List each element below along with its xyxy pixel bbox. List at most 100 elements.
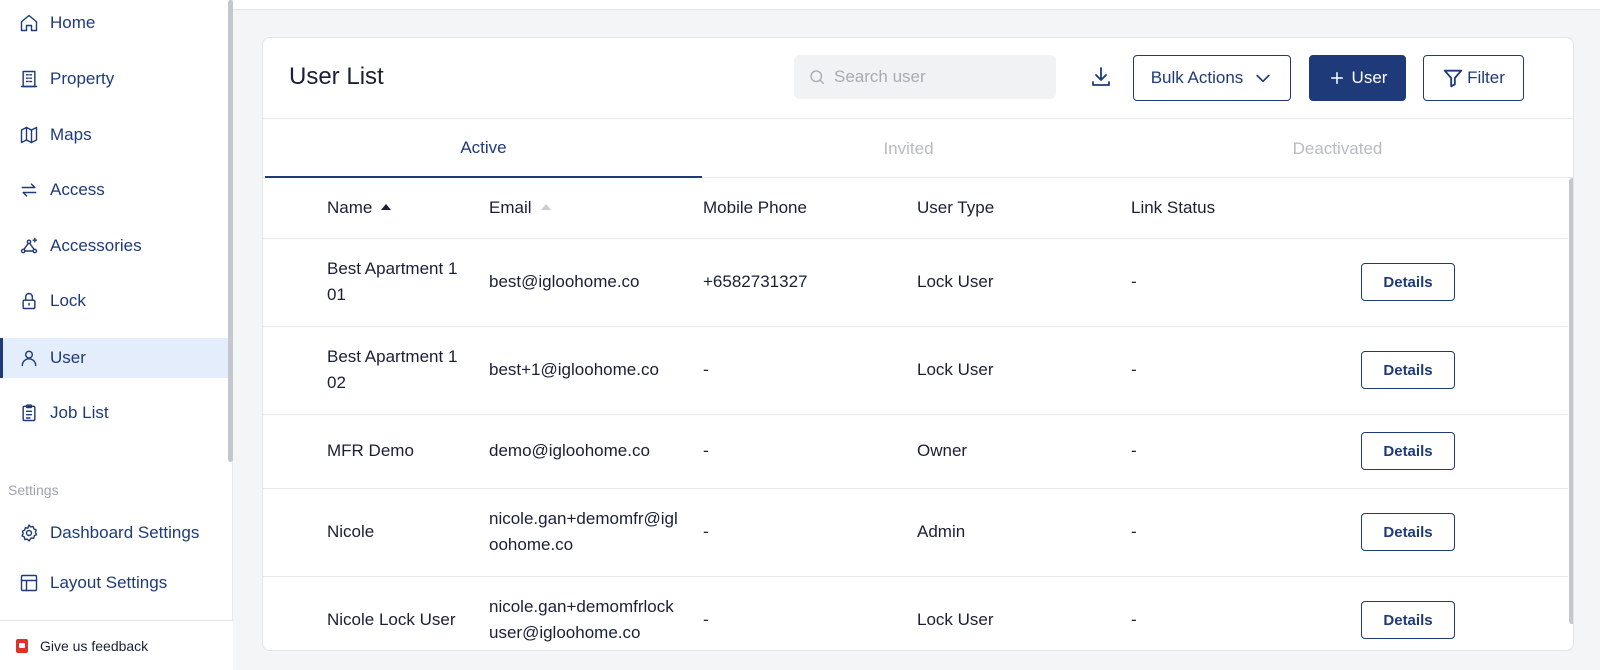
search-icon — [810, 70, 825, 85]
feedback-label: Give us feedback — [40, 637, 149, 654]
details-button[interactable]: Details — [1361, 513, 1455, 551]
cell-email: best+1@igloohome.co — [489, 360, 659, 379]
download-icon — [1092, 67, 1110, 86]
top-bar — [233, 0, 1600, 10]
page-title: User List — [289, 63, 384, 90]
sidebar-item-label: Layout Settings — [50, 573, 168, 592]
user-table: Name Email Mobile Phone User Type Link S… — [263, 178, 1568, 650]
sidebar-item-label: Access — [50, 180, 105, 199]
download-button[interactable] — [1085, 61, 1117, 93]
home-icon — [18, 12, 40, 34]
settings-section-label: Settings — [8, 482, 59, 498]
sidebar-item-job-list[interactable]: Job List — [0, 393, 228, 433]
sidebar-item-user[interactable]: User — [0, 338, 228, 378]
table-row: MFR Demo demo@igloohome.co - Owner - Det… — [263, 415, 1568, 489]
sort-icon — [540, 203, 551, 210]
cell-name: Nicole — [327, 522, 375, 541]
sidebar-item-home[interactable]: Home — [0, 3, 228, 43]
filter-icon — [1443, 69, 1463, 88]
status-tabs: Active Invited Deactivated — [263, 118, 1573, 178]
user-icon — [18, 347, 40, 369]
cell-link-status: - — [1131, 441, 1137, 460]
swap-icon — [18, 179, 40, 201]
building-icon — [18, 68, 40, 90]
sidebar: Home Property Maps Access Accessories Lo… — [0, 0, 233, 670]
sidebar-item-accessories[interactable]: Accessories — [0, 226, 228, 266]
sort-asc-icon — [381, 203, 392, 210]
cell-name: Best Apartment 1 01 — [327, 259, 458, 304]
cell-user-type: Owner — [917, 441, 968, 460]
details-button[interactable]: Details — [1361, 601, 1455, 639]
cell-email: demo@igloohome.co — [489, 441, 650, 460]
column-header-email[interactable]: Email — [489, 195, 551, 221]
add-user-button[interactable]: User — [1309, 55, 1406, 101]
details-button[interactable]: Details — [1361, 432, 1455, 470]
feedback-button[interactable]: Give us feedback — [0, 620, 233, 670]
tab-active[interactable]: Active — [265, 119, 702, 178]
accessories-icon — [18, 235, 40, 257]
bulk-actions-button[interactable]: Bulk Actions — [1133, 55, 1291, 101]
gear-icon — [18, 522, 40, 544]
cell-link-status: - — [1131, 610, 1137, 629]
chevron-down-icon — [1256, 74, 1270, 83]
sidebar-item-maps[interactable]: Maps — [0, 115, 228, 155]
bulk-actions-label: Bulk Actions — [1150, 68, 1244, 87]
table-row: Best Apartment 1 01 best@igloohome.co +6… — [263, 239, 1568, 327]
cell-phone: - — [703, 522, 709, 541]
column-header-link-status: Link Status — [1131, 198, 1216, 217]
details-button[interactable]: Details — [1361, 263, 1455, 301]
sidebar-item-access[interactable]: Access — [0, 170, 228, 210]
sidebar-item-label: Maps — [50, 125, 92, 144]
filter-button[interactable]: Filter — [1423, 55, 1524, 101]
feedback-icon — [16, 638, 28, 653]
column-header-user-type: User Type — [917, 198, 995, 217]
details-button[interactable]: Details — [1361, 351, 1455, 389]
sidebar-item-lock[interactable]: Lock — [0, 281, 228, 321]
sidebar-item-label: Dashboard Settings — [50, 523, 200, 542]
cell-phone: - — [703, 441, 709, 460]
cell-user-type: Lock User — [917, 272, 994, 291]
sidebar-item-label: Home — [50, 13, 96, 32]
cell-user-type: Lock User — [917, 610, 994, 629]
filter-label: Filter — [1467, 68, 1505, 87]
sidebar-item-label: Accessories — [50, 236, 142, 255]
cell-user-type: Admin — [917, 522, 966, 541]
map-icon — [18, 124, 40, 146]
column-header-name[interactable]: Name — [327, 195, 392, 221]
sidebar-item-label: User — [50, 348, 86, 367]
sidebar-item-layout-settings[interactable]: Layout Settings — [0, 563, 228, 603]
sidebar-item-label: Property — [50, 69, 115, 88]
tab-invited[interactable]: Invited — [690, 119, 1127, 178]
sidebar-item-label: Job List — [50, 403, 109, 422]
sidebar-item-dashboard-settings[interactable]: Dashboard Settings — [0, 513, 228, 553]
layout-icon — [18, 572, 40, 594]
add-user-label: User — [1351, 68, 1388, 87]
cell-phone: +6582731327 — [703, 272, 808, 291]
lock-icon — [18, 290, 40, 312]
user-list-card: User List Bulk Actions User Filter Activ… — [262, 37, 1574, 651]
column-header-mobile-phone: Mobile Phone — [703, 198, 807, 217]
cell-name: MFR Demo — [327, 441, 414, 460]
cell-phone: - — [703, 360, 709, 379]
cell-name: Nicole Lock User — [327, 610, 456, 629]
cell-name: Best Apartment 1 02 — [327, 347, 458, 392]
table-row: Nicole nicole.gan+demomfr@igloohome.co -… — [263, 489, 1568, 577]
cell-user-type: Lock User — [917, 360, 994, 379]
sidebar-scrollbar[interactable] — [228, 0, 233, 462]
table-row: Nicole Lock User nicole.gan+demomfrlocku… — [263, 577, 1568, 650]
clipboard-icon — [18, 402, 40, 424]
cell-email: nicole.gan+demomfr@igloohome.co — [489, 509, 678, 554]
tab-deactivated[interactable]: Deactivated — [1119, 119, 1556, 178]
table-row: Best Apartment 1 02 best+1@igloohome.co … — [263, 327, 1568, 415]
table-header-row: Name Email Mobile Phone User Type Link S… — [263, 178, 1568, 239]
sidebar-item-property[interactable]: Property — [0, 59, 228, 99]
search-box[interactable] — [794, 55, 1056, 99]
table-scrollbar[interactable] — [1569, 178, 1573, 624]
sidebar-item-label: Lock — [50, 291, 86, 310]
cell-link-status: - — [1131, 522, 1137, 541]
search-input[interactable] — [834, 67, 1034, 87]
cell-email: best@igloohome.co — [489, 272, 640, 291]
cell-link-status: - — [1131, 360, 1137, 379]
cell-link-status: - — [1131, 272, 1137, 291]
cell-email: nicole.gan+demomfrlockuser@igloohome.co — [489, 597, 674, 642]
